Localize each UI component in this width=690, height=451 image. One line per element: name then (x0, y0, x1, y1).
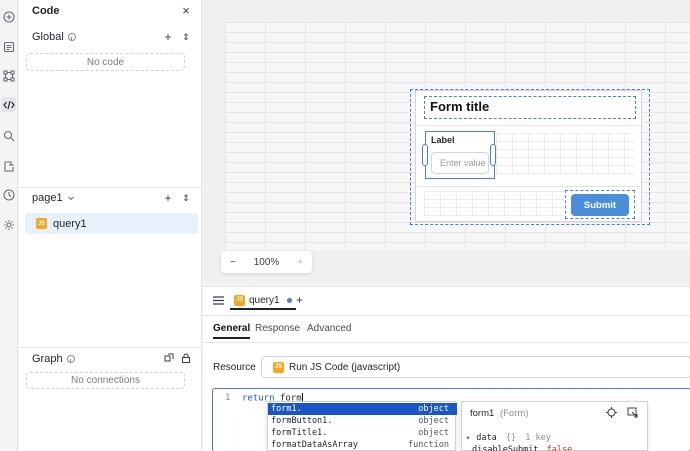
docs-value: false (546, 445, 573, 451)
autocomplete-type: object (418, 416, 449, 426)
field-label: Label (431, 135, 455, 145)
global-section-label: Global (32, 31, 76, 43)
autocomplete-type: object (418, 428, 449, 438)
graph-empty-box: No connections (26, 372, 185, 389)
sort-icon[interactable]: ⇕ (180, 192, 192, 204)
components-icon[interactable] (1, 68, 16, 83)
info-icon[interactable] (67, 33, 76, 41)
close-icon[interactable]: × (180, 4, 192, 17)
panel-title: Code (32, 5, 60, 17)
unsaved-dot (286, 297, 292, 303)
pages-icon[interactable] (1, 39, 16, 54)
global-empty-box: No code (26, 53, 185, 71)
state-icon[interactable] (1, 158, 16, 173)
submit-button[interactable]: Submit (571, 194, 629, 216)
js-badge: JS (273, 361, 284, 373)
autocomplete-type: object (418, 404, 449, 414)
text-input-component[interactable]: Label Enter value (422, 131, 496, 179)
form-divider (416, 125, 643, 126)
graph-section-label: Graph (32, 353, 75, 365)
zoom-out-button[interactable]: − (230, 257, 236, 268)
divider (203, 315, 690, 316)
docs-key: data (476, 433, 497, 443)
autocomplete-item[interactable]: formButton1. object (268, 415, 457, 427)
graph-label: Graph (32, 353, 63, 365)
history-icon[interactable] (1, 187, 16, 202)
docs-popover: form1 (Form) ▸ data {} 1 key disableSubm… (461, 401, 648, 451)
docs-braces: {} (505, 433, 517, 443)
tab-general[interactable]: General (213, 323, 251, 339)
form-title[interactable]: Form title (430, 99, 489, 114)
form-divider (416, 186, 643, 187)
divider (203, 342, 690, 343)
menu-icon[interactable] (213, 296, 224, 308)
info-icon[interactable] (66, 355, 75, 363)
settings-icon[interactable] (1, 217, 16, 232)
lock-icon[interactable] (181, 353, 191, 366)
docs-kind: (Form) (499, 408, 529, 419)
sort-icon[interactable]: ⇕ (180, 31, 192, 43)
autocomplete-name: formatDataAsArray (271, 440, 358, 450)
resource-select[interactable]: JS Run JS Code (javascript) (261, 356, 690, 378)
code-panel: Code × Global + ⇕ No code page1 + ⇕ JS q… (19, 0, 202, 451)
search-icon[interactable] (1, 128, 16, 143)
resource-label: Resource (213, 362, 256, 373)
tab-response[interactable]: Response (255, 323, 300, 334)
graph-expand-icon[interactable] (164, 353, 174, 366)
footer-grid (424, 191, 564, 217)
add-tab-button[interactable]: + (296, 293, 303, 307)
add-global-icon[interactable]: + (162, 31, 174, 43)
resize-handle-right[interactable] (490, 144, 496, 166)
open-icon[interactable] (627, 407, 638, 421)
graph-empty-text: No connections (71, 375, 140, 386)
docs-key: disableSubmit (472, 445, 539, 451)
left-rail (0, 0, 18, 451)
code-icon[interactable] (1, 97, 16, 112)
resize-handle-left[interactable] (422, 144, 428, 166)
expand-arrow-icon: ▸ (466, 433, 472, 443)
docs-meta: 1 key (525, 433, 551, 443)
autocomplete-name: formButton1. (271, 416, 333, 426)
docs-header: form1 (Form) (470, 408, 528, 419)
chevron-down-icon (67, 196, 74, 201)
page-label: page1 (32, 192, 63, 204)
docs-row[interactable]: ▸ data {} 1 key (466, 433, 551, 443)
autocomplete-type: function (408, 440, 449, 450)
form-component[interactable]: Form title Label Enter value Submit (415, 90, 643, 222)
query-list-item[interactable]: JS query1 (25, 213, 198, 234)
add-query-icon[interactable]: + (162, 192, 174, 204)
zoom-in-button[interactable]: + (297, 257, 303, 268)
js-badge: JS (36, 218, 47, 229)
form-grid (496, 133, 634, 175)
autocomplete-name: formTitle1. (271, 428, 328, 438)
autocomplete-item[interactable]: formTitle1. object (268, 427, 457, 439)
add-icon[interactable] (1, 9, 16, 24)
tab-advanced[interactable]: Advanced (307, 323, 351, 334)
zoom-level[interactable]: 100% (254, 257, 280, 268)
global-empty-text: No code (86, 56, 125, 68)
line-number: 1 (225, 393, 231, 403)
autocomplete-item[interactable]: formatDataAsArray function (268, 439, 457, 451)
docs-name: form1 (470, 408, 495, 419)
query-name: query1 (53, 217, 87, 230)
zoom-control: − 100% + (221, 251, 312, 273)
locate-icon[interactable] (606, 407, 617, 421)
autocomplete-item[interactable]: form1. object (268, 403, 457, 415)
global-label: Global (32, 31, 64, 43)
divider (19, 187, 202, 188)
autocomplete-name: form1. (271, 404, 302, 414)
resource-value: Run JS Code (javascript) (289, 361, 401, 373)
divider (19, 347, 202, 348)
page-section-label[interactable]: page1 (32, 192, 75, 204)
field-input[interactable]: Enter value (431, 152, 489, 174)
autocomplete-dropdown: form1. object formButton1. object formTi… (267, 401, 457, 451)
query-tab-label: query1 (249, 294, 280, 306)
js-badge: JS (234, 294, 245, 306)
query-tab[interactable]: JS query1 (230, 292, 296, 310)
docs-row[interactable]: disableSubmit false (472, 445, 572, 451)
